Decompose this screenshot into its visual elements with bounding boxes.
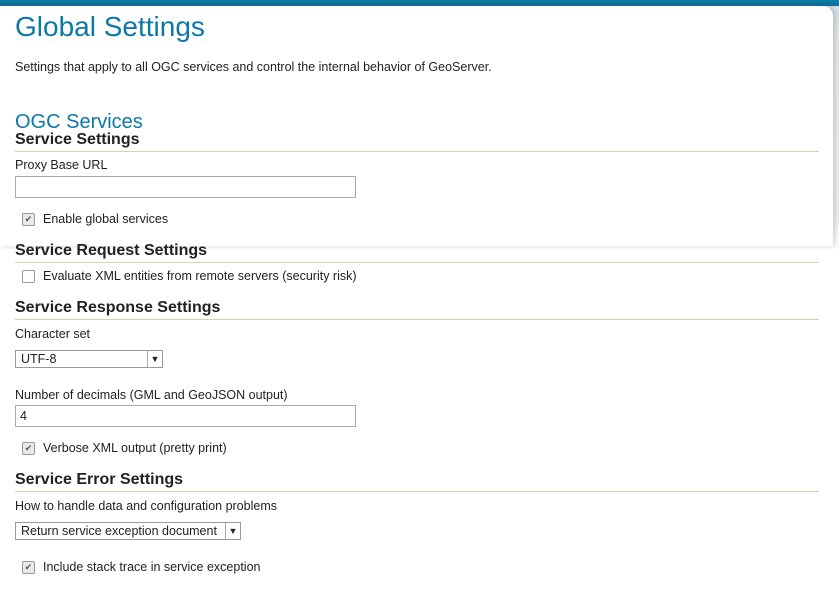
page-title: Global Settings	[15, 11, 205, 42]
enable-global-services-checkbox[interactable]: ✔	[22, 212, 35, 226]
error-handling-label: How to handle data and configuration pro…	[15, 499, 277, 513]
proxy-base-url-input[interactable]	[15, 176, 356, 198]
service-settings-heading: Service Settings	[15, 130, 819, 152]
main-content: Global Settings Settings that apply to a…	[0, 0, 839, 601]
character-set-label: Character set	[15, 327, 91, 341]
character-set-value: UTF-8	[21, 352, 57, 366]
check-icon: ✔	[24, 442, 33, 453]
decimals-label: Number of decimals (GML and GeoJSON outp…	[15, 388, 288, 402]
check-icon: ✔	[24, 561, 33, 572]
xml-entities-checkbox[interactable]	[22, 269, 35, 283]
stack-trace-label: Include stack trace in service exception	[43, 560, 261, 574]
service-error-settings-heading: Service Error Settings	[15, 470, 819, 492]
stack-trace-row[interactable]: ✔ Include stack trace in service excepti…	[22, 560, 260, 574]
enable-global-services-row[interactable]: ✔ Enable global services	[22, 212, 168, 226]
enable-global-services-label: Enable global services	[43, 212, 169, 226]
decimals-input[interactable]: 4	[15, 405, 356, 427]
service-response-settings-heading: Service Response Settings	[15, 298, 819, 320]
chevron-down-icon[interactable]: ▼	[147, 351, 162, 367]
service-request-settings-heading: Service Request Settings	[15, 241, 819, 263]
proxy-base-url-label: Proxy Base URL	[15, 158, 108, 172]
error-handling-value: Return service exception document	[21, 524, 217, 538]
page-description: Settings that apply to all OGC services …	[15, 60, 492, 74]
chevron-down-icon[interactable]: ▼	[225, 523, 240, 539]
error-handling-select[interactable]: Return service exception document ▼	[15, 522, 241, 540]
xml-entities-row[interactable]: Evaluate XML entities from remote server…	[22, 269, 357, 283]
xml-entities-label: Evaluate XML entities from remote server…	[43, 269, 357, 283]
verbose-xml-row[interactable]: ✔ Verbose XML output (pretty print)	[22, 441, 227, 455]
check-icon: ✔	[24, 213, 33, 224]
character-set-select[interactable]: UTF-8 ▼	[15, 350, 163, 368]
verbose-xml-label: Verbose XML output (pretty print)	[43, 441, 227, 455]
stack-trace-checkbox[interactable]: ✔	[22, 560, 35, 574]
verbose-xml-checkbox[interactable]: ✔	[22, 441, 35, 455]
